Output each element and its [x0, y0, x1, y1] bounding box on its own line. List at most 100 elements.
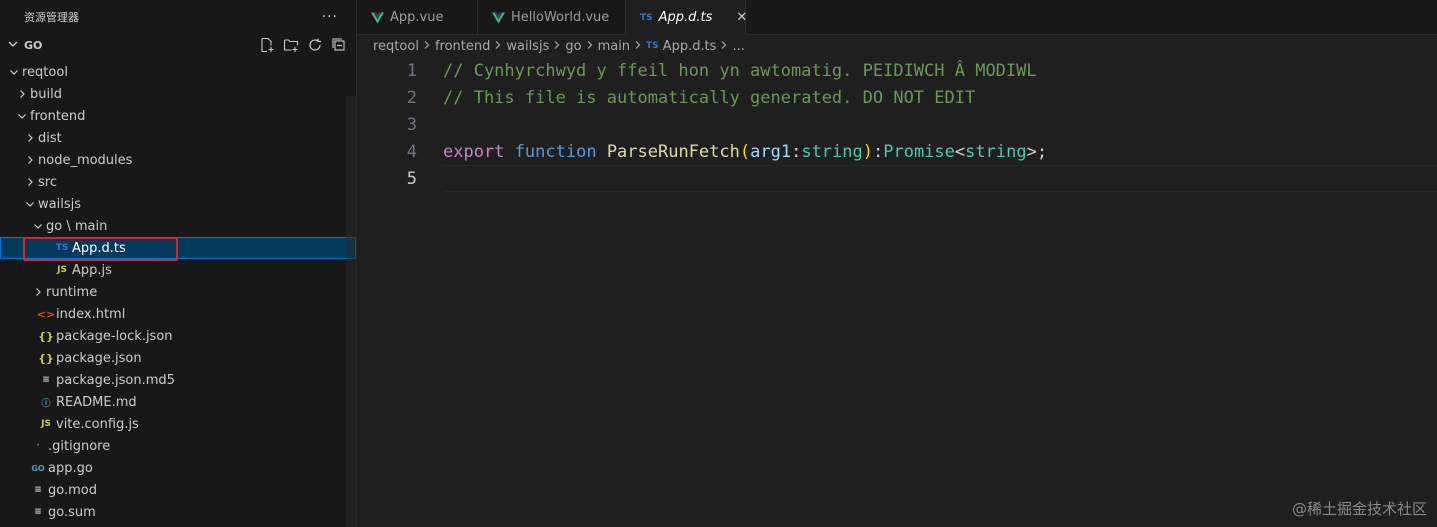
javascript-file-icon: JS — [57, 265, 67, 275]
typescript-file-icon: TS — [640, 12, 653, 23]
tree-item[interactable]: ≡ package.json.md5 — [0, 369, 356, 391]
breadcrumb-symbols[interactable]: ... — [732, 39, 744, 54]
vue-file-icon — [492, 12, 505, 24]
code-editor[interactable]: 1 // Cynhyrchwyd y ffeil hon yn awtomati… — [357, 57, 1437, 527]
tree-item[interactable]: · .gitignore — [0, 435, 356, 457]
tree-item[interactable]: ⓘ README.md — [0, 391, 356, 413]
tree-item-label: vite.config.js — [56, 416, 139, 432]
chevron-down-icon — [22, 199, 38, 209]
chevron-right-icon — [553, 40, 561, 53]
tree-item-label: app.go — [48, 460, 93, 476]
editor-tabs: App.vue HelloWorld.vue TS App.d.ts ✕ — [357, 0, 1437, 35]
explorer-sidebar: 资源管理器 ··· GO reqtool build frontend dist nod… — [0, 0, 357, 527]
code-line-5-current: 5 — [407, 165, 1437, 192]
tab-helloworld-vue[interactable]: HelloWorld.vue — [478, 0, 626, 35]
line-number: 1 — [406, 60, 417, 81]
tree-item[interactable]: dist — [0, 127, 356, 149]
breadcrumb-segment[interactable]: main — [598, 39, 630, 54]
tab-app-d-ts[interactable]: TS App.d.ts ✕ — [626, 0, 747, 35]
go-file-icon: GO — [31, 463, 45, 473]
tree-item-label: wailsjs — [38, 196, 81, 212]
tree-item[interactable]: ≡ go.mod — [0, 479, 356, 501]
collapse-all-icon[interactable] — [330, 36, 348, 54]
tree-item-label: runtime — [46, 284, 98, 300]
typescript-file-icon: TS — [55, 243, 69, 253]
tree-item[interactable]: build — [0, 83, 356, 105]
text-file-icon: ≡ — [34, 507, 42, 517]
text-file-icon: ≡ — [42, 375, 50, 385]
tree-item[interactable]: <> index.html — [0, 303, 356, 325]
breadcrumb-file[interactable]: App.d.ts — [663, 39, 717, 54]
tree-item-label: go \ main — [46, 218, 108, 234]
close-icon[interactable]: ✕ — [736, 10, 747, 25]
html-file-icon: <> — [36, 307, 56, 321]
parameter-name: arg1 — [750, 141, 792, 162]
breadcrumb-segment[interactable]: wailsjs — [506, 39, 549, 54]
tree-item-label: README.md — [56, 394, 137, 410]
tree-item-label: package.json — [56, 350, 142, 366]
chevron-right-icon — [22, 177, 38, 187]
sidebar-scrollbar[interactable] — [346, 96, 356, 527]
tree-item-label: src — [38, 174, 57, 190]
gitignore-file-icon: · — [36, 441, 40, 451]
explorer-actions — [258, 36, 348, 54]
generic-open: < — [954, 141, 966, 162]
tree-item[interactable]: ≡ go.sum — [0, 501, 356, 523]
tab-label: App.d.ts — [658, 10, 713, 25]
tree-item-label: go.mod — [48, 482, 97, 498]
tree-item[interactable]: runtime — [0, 281, 356, 303]
tab-app-vue[interactable]: App.vue — [357, 0, 478, 35]
tree-item[interactable]: reqtool — [0, 61, 356, 83]
function-declaration: export function ParseRunFetch(arg1:strin… — [443, 142, 1047, 162]
tree-item-label: App.d.ts — [72, 240, 126, 256]
tree-item[interactable]: node_modules — [0, 149, 356, 171]
tab-label: HelloWorld.vue — [511, 10, 610, 25]
file-tree: reqtool build frontend dist node_modulessrc w… — [0, 61, 356, 523]
typescript-file-icon: TS — [646, 41, 659, 51]
breadcrumb-segment[interactable]: go — [565, 39, 581, 54]
chevron-down-icon — [14, 111, 30, 121]
breadcrumb-segment[interactable]: frontend — [435, 39, 490, 54]
tree-item-label: dist — [38, 130, 62, 146]
open-paren: ( — [739, 141, 751, 162]
tree-item[interactable]: go \ main — [0, 215, 356, 237]
chevron-right-icon — [586, 40, 594, 53]
vue-file-icon — [371, 12, 384, 24]
chevron-down-icon — [8, 39, 24, 52]
tree-item-label: package.json.md5 — [56, 372, 175, 388]
chevron-down-icon — [30, 221, 46, 231]
chevron-down-icon — [6, 67, 22, 77]
comment-line: // Cynhyrchwyd y ffeil hon yn awtomatig.… — [443, 60, 1037, 81]
javascript-file-icon: JS — [41, 419, 51, 429]
line-number: 3 — [406, 114, 417, 135]
tab-label: App.vue — [390, 10, 444, 25]
more-actions-icon[interactable]: ··· — [322, 9, 338, 25]
generic-type: string — [965, 141, 1027, 162]
tree-item[interactable]: {} package.json — [0, 347, 356, 369]
tree-item-label: package-lock.json — [56, 328, 173, 344]
line-number: 4 — [406, 141, 417, 162]
tree-item[interactable]: GO app.go — [0, 457, 356, 479]
refresh-icon[interactable] — [306, 36, 324, 54]
tree-item[interactable]: JS App.js — [0, 259, 356, 281]
breadcrumb-segment[interactable]: reqtool — [373, 39, 419, 54]
tree-item-label: node_modules — [38, 152, 133, 168]
semicolon: ; — [1036, 141, 1048, 162]
workspace-section-header[interactable]: GO — [0, 34, 356, 56]
tree-item-label: frontend — [30, 108, 86, 124]
tree-item[interactable]: {} package-lock.json — [0, 325, 356, 347]
tree-item[interactable]: wailsjs — [0, 193, 356, 215]
tree-item[interactable]: TS App.d.ts — [0, 237, 356, 259]
colon: : — [791, 141, 802, 162]
tree-item[interactable]: JS vite.config.js — [0, 413, 356, 435]
chevron-right-icon — [22, 133, 38, 143]
explorer-header: 资源管理器 ··· — [0, 0, 356, 34]
text-file-icon: ≡ — [34, 485, 42, 495]
close-paren: ) — [862, 141, 873, 162]
info-file-icon: ⓘ — [41, 398, 51, 409]
tree-item[interactable]: frontend — [0, 105, 356, 127]
new-file-icon[interactable] — [258, 36, 276, 54]
tree-item[interactable]: src — [0, 171, 356, 193]
new-folder-icon[interactable] — [282, 36, 300, 54]
line-number: 5 — [406, 168, 417, 189]
